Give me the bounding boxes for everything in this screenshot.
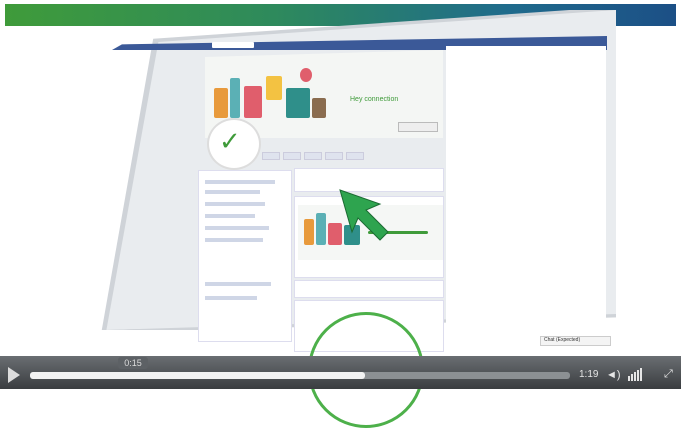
info-row	[205, 180, 275, 184]
cursor-arrow-icon	[339, 189, 389, 241]
nav-tab	[325, 152, 343, 160]
seek-progress[interactable]	[30, 372, 365, 379]
info-row	[205, 282, 271, 286]
cover-like-button	[398, 122, 438, 132]
volume-bar	[637, 370, 639, 381]
cover-tagline: Hey connection	[350, 96, 399, 103]
volume-bar	[631, 374, 633, 381]
check-icon: ✓	[219, 126, 241, 156]
volume-bar	[640, 368, 642, 381]
chat-bar: Chat (Expected)	[540, 336, 611, 346]
info-row	[205, 214, 255, 218]
volume-slider[interactable]	[628, 368, 642, 381]
info-row	[205, 238, 263, 242]
seek-time-tooltip: 0:15	[118, 357, 148, 369]
remaining-time: 1:19	[579, 369, 599, 380]
volume-icon[interactable]: ◄)	[606, 369, 621, 381]
nav-tab	[346, 152, 364, 160]
volume-bar	[634, 372, 636, 381]
nav-tab	[283, 152, 301, 160]
info-row	[205, 296, 257, 300]
play-icon[interactable]	[8, 367, 20, 383]
right-sidebar	[446, 46, 606, 336]
nav-tab	[304, 152, 322, 160]
left-info-column	[198, 170, 292, 342]
volume-bar	[628, 376, 630, 381]
comment-row	[294, 280, 444, 298]
facebook-search-box	[212, 42, 254, 48]
nav-tab	[262, 152, 280, 160]
fullscreen-icon[interactable]: ⤢	[664, 368, 673, 381]
info-row	[205, 226, 269, 230]
info-row	[205, 190, 260, 194]
info-row	[205, 202, 265, 206]
page-nav-tabs	[262, 152, 364, 162]
